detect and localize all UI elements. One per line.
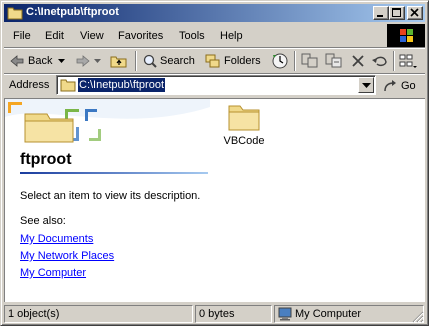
copy-to-button[interactable] (325, 52, 343, 70)
history-button[interactable] (271, 52, 289, 70)
folder-title: ftproot (20, 151, 72, 168)
see-also-label: See also: (20, 215, 66, 227)
menu-tools[interactable]: Tools (179, 30, 205, 42)
folders-label: Folders (224, 55, 261, 67)
toolbar: Back Search Folders (4, 48, 425, 74)
maximize-button[interactable] (389, 6, 405, 20)
windows-logo (387, 24, 425, 48)
back-arrow-icon (10, 55, 24, 67)
menu-help[interactable]: Help (220, 30, 243, 42)
delete-icon (352, 55, 364, 67)
menu-bar: File Edit View Favorites Tools Help (4, 25, 386, 47)
folder-description: Select an item to view its description. (20, 190, 201, 202)
forward-arrow-icon (76, 55, 90, 67)
menu-view[interactable]: View (80, 30, 104, 42)
folder-banner-graphic (5, 99, 210, 143)
copy-to-icon (325, 53, 342, 68)
dropdown-arrow-icon (58, 59, 66, 63)
address-value: C:\Inetpub\ftproot (78, 78, 165, 92)
go-button[interactable]: Go (382, 77, 416, 95)
status-zone: My Computer (274, 305, 424, 323)
delete-button[interactable] (350, 52, 366, 70)
link-my-network-places[interactable]: My Network Places (20, 250, 114, 262)
move-to-icon (301, 53, 318, 68)
resize-grip-icon[interactable] (412, 311, 424, 323)
folder-view: ftproot Select an item to view its descr… (4, 98, 425, 302)
undo-button[interactable] (371, 52, 389, 70)
menu-file[interactable]: File (13, 30, 31, 42)
back-label: Back (28, 55, 53, 67)
history-icon (272, 53, 288, 69)
folder-item-label: VBCode (223, 135, 265, 147)
toolbar-separator (135, 51, 137, 71)
windows-flag-icon (400, 29, 413, 42)
search-icon (143, 54, 157, 68)
back-button[interactable]: Back (9, 52, 66, 70)
status-object-count: 1 object(s) (4, 305, 193, 323)
toolbar-separator (393, 51, 395, 71)
chevron-down-icon (362, 83, 371, 88)
go-label: Go (401, 80, 416, 92)
address-label: Address (9, 79, 50, 91)
folders-button[interactable]: Folders (205, 52, 261, 70)
minimize-button[interactable] (373, 6, 389, 20)
folder-icon (60, 79, 76, 92)
menu-favorites[interactable]: Favorites (118, 30, 163, 42)
folder-icon (7, 7, 23, 20)
undo-icon (372, 56, 387, 67)
explorer-window: C:\Inetpub\ftproot File Edit View Favori… (0, 0, 429, 326)
link-my-documents[interactable]: My Documents (20, 233, 93, 245)
up-folder-button[interactable] (110, 52, 128, 70)
my-computer-icon (278, 307, 292, 321)
folder-item-vbcode[interactable]: VBCode (220, 102, 268, 147)
status-size: 0 bytes (195, 305, 272, 323)
search-button[interactable]: Search (142, 52, 195, 70)
up-folder-icon (110, 56, 127, 68)
close-icon (410, 8, 419, 17)
folder-icon (228, 105, 260, 131)
move-to-button[interactable] (301, 52, 319, 70)
dropdown-arrow-icon (94, 59, 101, 63)
address-dropdown-button[interactable] (358, 77, 374, 93)
toolbar-separator (294, 51, 296, 71)
search-label: Search (160, 55, 195, 67)
status-bar: 1 object(s) 0 bytes My Computer (4, 304, 425, 324)
title-underline (20, 172, 208, 174)
menu-edit[interactable]: Edit (45, 30, 64, 42)
forward-button[interactable] (75, 52, 102, 70)
views-icon (399, 54, 417, 68)
address-bar: Address C:\Inetpub\ftproot Go (4, 74, 425, 96)
minimize-icon (377, 15, 383, 17)
close-button[interactable] (407, 6, 423, 20)
folders-icon (205, 54, 220, 68)
web-view-pane: ftproot Select an item to view its descr… (5, 99, 210, 301)
status-zone-label: My Computer (295, 308, 362, 320)
maximize-icon (392, 8, 401, 17)
address-input[interactable]: C:\Inetpub\ftproot (56, 75, 376, 95)
link-my-computer[interactable]: My Computer (20, 267, 86, 279)
title-bar[interactable]: C:\Inetpub\ftproot (4, 4, 425, 22)
views-button[interactable] (399, 52, 419, 70)
window-title: C:\Inetpub\ftproot (26, 6, 119, 18)
go-arrow-icon (384, 80, 396, 92)
